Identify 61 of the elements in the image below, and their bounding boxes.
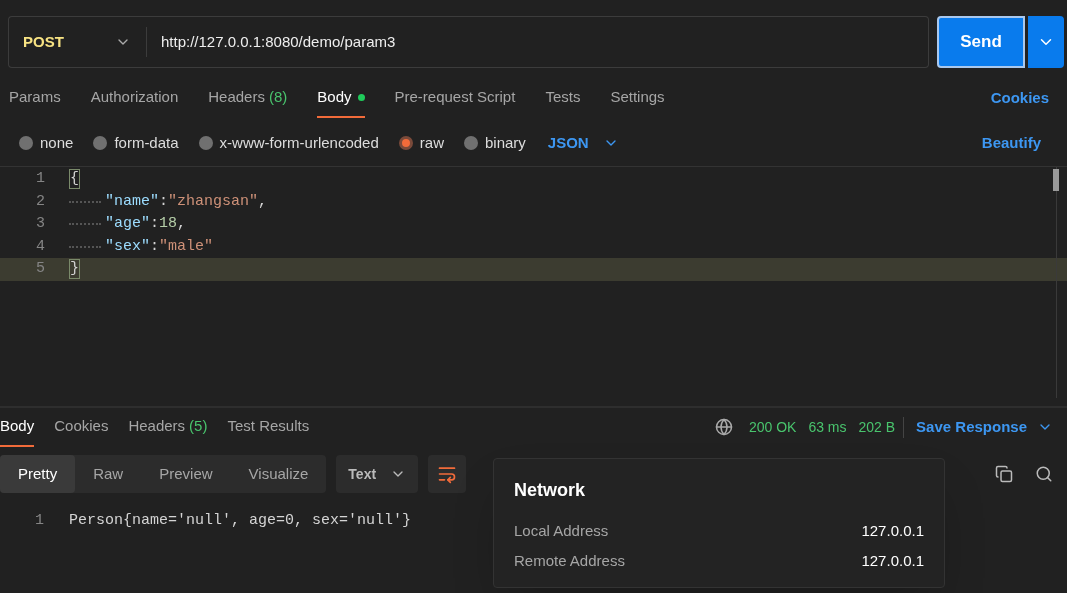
address-value: 127.0.0.1	[861, 550, 924, 571]
address-value: 127.0.0.1	[861, 520, 924, 541]
response-text: Person{name='null', age=0, sex='null'}	[69, 511, 412, 531]
request-tab[interactable]: Settings	[610, 78, 665, 118]
wrap-button[interactable]	[428, 455, 467, 493]
code-token: ,	[177, 215, 187, 234]
response-tab[interactable]: Headers (5)	[128, 407, 208, 447]
request-tab[interactable]: Headers (8)	[208, 78, 288, 118]
body-type-radio[interactable]: form-data	[93, 131, 179, 155]
scrollbar-thumb	[1053, 169, 1059, 191]
body-type-radio[interactable]: none	[19, 131, 74, 155]
save-response-button[interactable]: Save Response	[916, 415, 1053, 439]
line-number: 4	[35, 236, 45, 257]
popover-title: Network	[514, 479, 586, 502]
response-tab[interactable]: Test Results	[227, 407, 310, 447]
request-tab[interactable]: Authorization	[90, 78, 179, 118]
response-tab[interactable]: Body	[0, 407, 35, 447]
line-number: 1	[34, 511, 44, 531]
type-dropdown[interactable]: Text	[336, 455, 419, 493]
code-token: "zhangsan"	[168, 192, 259, 211]
line-number: 2	[35, 191, 45, 212]
code-token: "name"	[105, 192, 159, 211]
code-token: "sex"	[105, 237, 150, 256]
code-token: {	[69, 169, 80, 190]
body-type-radio[interactable]: x-www-form-urlencoded	[198, 131, 379, 155]
copy-icon[interactable]	[995, 465, 1013, 483]
line-number: 1	[35, 169, 45, 189]
wrap-lines-icon	[437, 464, 458, 484]
view-tab[interactable]: Raw	[75, 455, 142, 493]
send-button[interactable]: Send	[937, 16, 1025, 68]
view-tab[interactable]: Pretty	[0, 455, 76, 493]
view-tab[interactable]: Visualize	[230, 455, 327, 493]
status-code: 200 OK	[748, 417, 797, 437]
search-icon[interactable]	[1035, 465, 1053, 483]
code-token: ,	[258, 192, 268, 211]
line-number: 3	[35, 214, 45, 234]
view-tab[interactable]: Preview	[141, 455, 231, 493]
cookies-link[interactable]: Cookies	[990, 86, 1049, 110]
response-tab[interactable]: Cookies	[54, 407, 109, 447]
code-token: :	[150, 215, 160, 234]
request-tab[interactable]: Pre-request Script	[394, 78, 516, 118]
body-type-radio[interactable]: raw	[398, 131, 444, 155]
line-number: 5	[35, 259, 45, 279]
globe-icon[interactable]	[714, 418, 733, 436]
address-label: Remote Address	[514, 550, 625, 571]
request-tab[interactable]: Params	[9, 78, 61, 118]
request-tab[interactable]: Body	[317, 78, 365, 118]
request-tab[interactable]: Tests	[545, 78, 581, 118]
beautify-link[interactable]: Beautify	[981, 131, 1041, 155]
code-token: :	[159, 192, 169, 211]
code-token: "male"	[159, 237, 214, 256]
code-editor[interactable]: 1 { 2 "name":"zhangsan", 3 "age":18, 4 "sex":"male" 5 }	[0, 166, 1067, 406]
code-token: 18	[159, 215, 178, 234]
address-label: Local Address	[514, 520, 609, 541]
code-token: }	[69, 259, 80, 280]
response-size: 202 B	[858, 416, 905, 438]
code-token: "age"	[105, 215, 150, 234]
format-dropdown[interactable]: JSON	[547, 131, 619, 155]
body-type-radio[interactable]: binary	[463, 131, 526, 155]
response-time: 63 ms	[808, 417, 847, 437]
code-token: :	[150, 237, 160, 256]
